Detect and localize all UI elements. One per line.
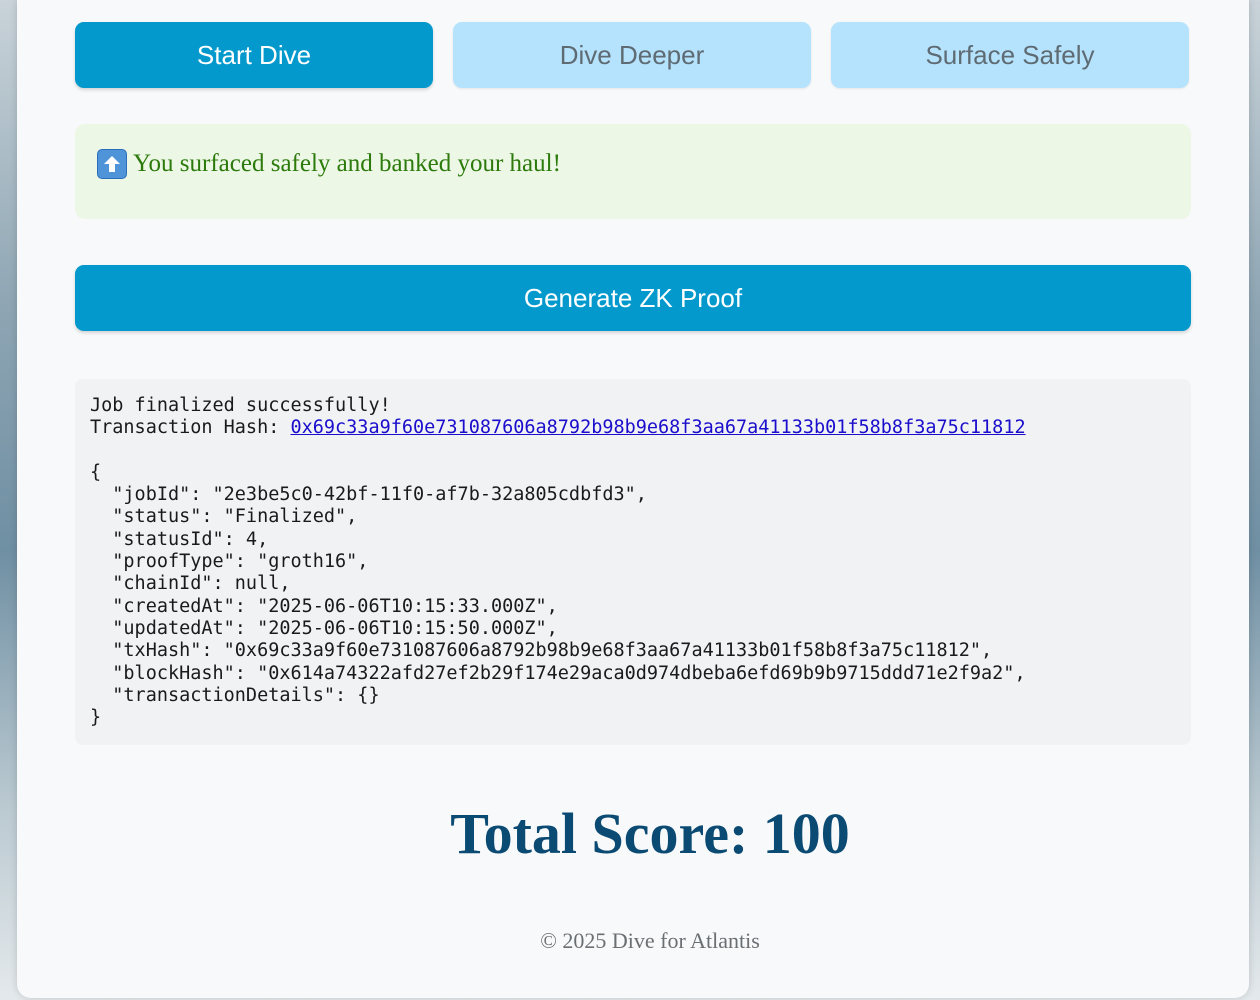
tx-hash-label: Transaction Hash: xyxy=(90,417,291,439)
proof-json: { "jobId": "2e3be5c0-42bf-11f0-af7b-32a8… xyxy=(90,461,1026,729)
up-arrow-icon xyxy=(97,148,127,179)
proof-result-box: Job finalized successfully! Transaction … xyxy=(75,379,1191,745)
status-message-box: You surfaced safely and banked your haul… xyxy=(75,124,1191,219)
game-panel: Start Dive Dive Deeper Surface Safely Yo… xyxy=(17,0,1249,998)
surface-safely-button[interactable]: Surface Safely xyxy=(831,22,1189,88)
action-button-row: Start Dive Dive Deeper Surface Safely xyxy=(75,22,1190,88)
start-dive-button[interactable]: Start Dive xyxy=(75,22,433,88)
tx-hash-link[interactable]: 0x69c33a9f60e731087606a8792b98b9e68f3aa6… xyxy=(290,417,1025,438)
footer-copyright: © 2025 Dive for Atlantis xyxy=(540,928,760,953)
job-status-line: Job finalized successfully! xyxy=(90,395,391,416)
status-message-text: You surfaced safely and banked your haul… xyxy=(133,149,561,177)
total-score: Total Score: 100 xyxy=(450,801,850,866)
dive-deeper-button[interactable]: Dive Deeper xyxy=(453,22,811,88)
generate-zk-proof-button[interactable]: Generate ZK Proof xyxy=(75,265,1191,331)
